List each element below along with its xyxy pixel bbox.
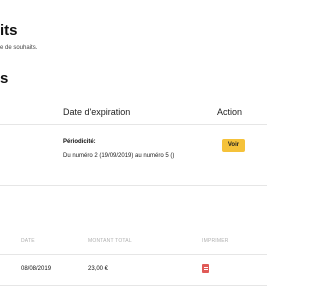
page-subtitle: e de souhaits. — [0, 45, 38, 51]
order-amount: 23,00 € — [88, 266, 109, 272]
page: its e de souhaits. s Date d'expiration A… — [0, 0, 285, 300]
section-heading: s — [0, 70, 9, 87]
voir-button[interactable]: Voir — [222, 139, 245, 152]
divider — [0, 285, 267, 286]
column-header-action: Action — [217, 107, 243, 117]
pdf-icon[interactable] — [202, 264, 209, 273]
periodicity-label: Périodicité: — [63, 139, 96, 145]
column-header-expiry: Date d'expiration — [63, 107, 131, 117]
order-date: 08/08/2019 — [21, 266, 52, 272]
page-title: its — [0, 22, 18, 39]
divider — [0, 124, 267, 125]
divider — [0, 185, 267, 186]
periodicity-range: Du numéro 2 (19/09/2019) au numéro 5 () — [63, 153, 175, 159]
column-header-print: IMPRIMER — [202, 238, 229, 244]
column-header-date: DATE — [21, 238, 35, 244]
divider — [0, 254, 267, 255]
column-header-amount: MONTANT TOTAL — [88, 238, 132, 244]
